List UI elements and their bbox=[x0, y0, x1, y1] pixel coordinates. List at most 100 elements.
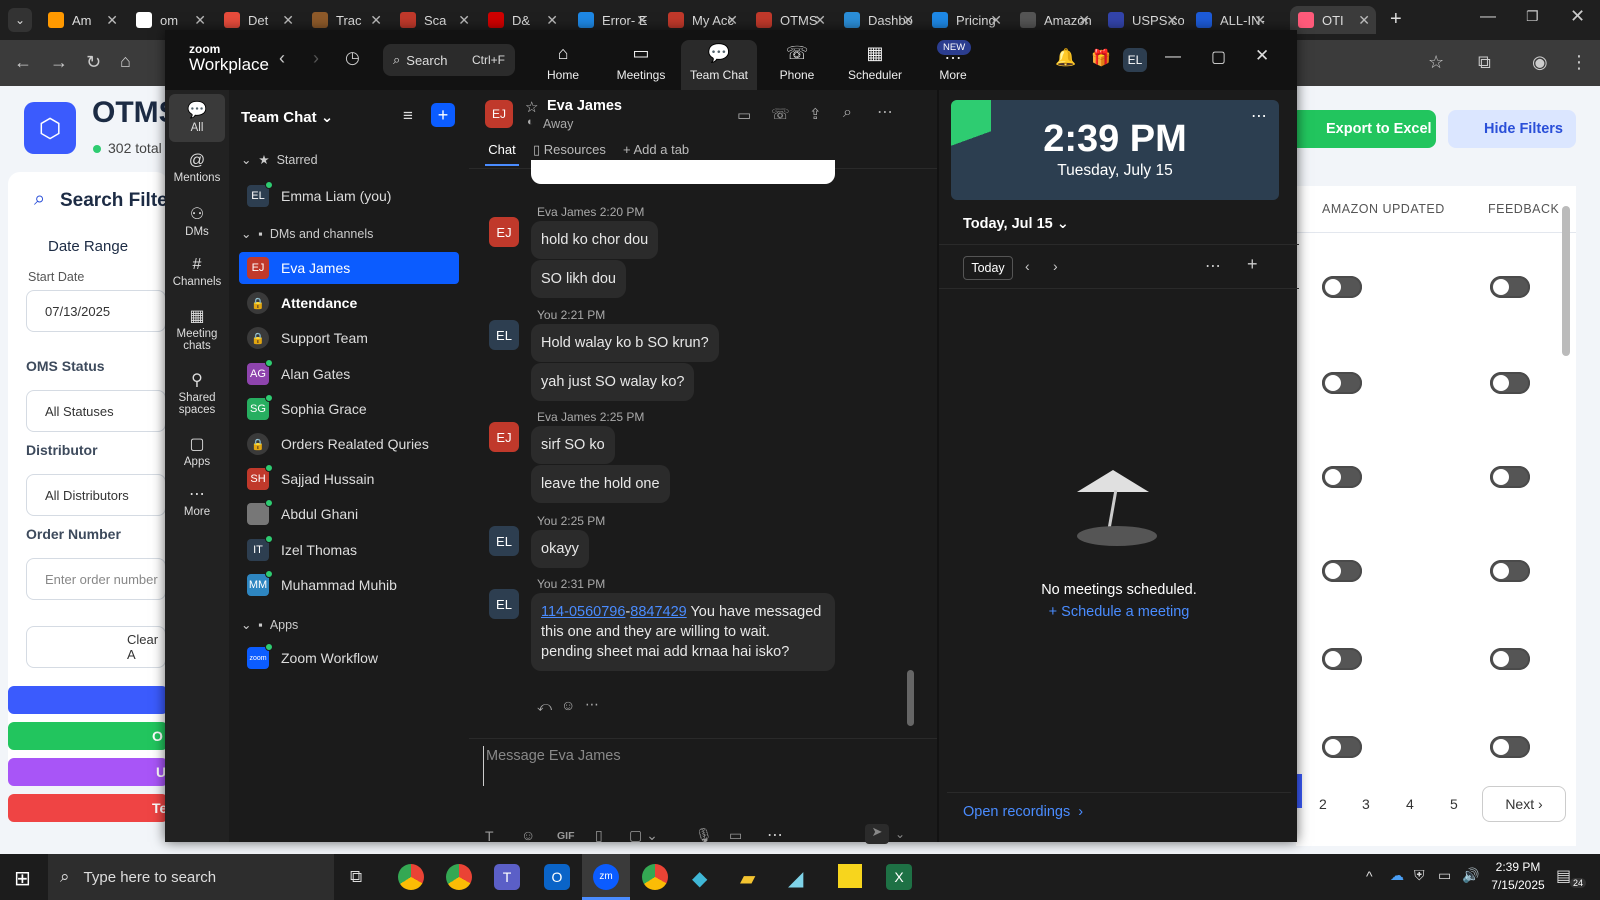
clock-date[interactable]: 7/15/2025 bbox=[1486, 878, 1550, 892]
action-button-te[interactable]: Te bbox=[8, 794, 168, 822]
apps-section[interactable]: ⌄ ▪ Apps bbox=[241, 617, 298, 633]
new-tab-icon[interactable]: + bbox=[1390, 8, 1402, 31]
tab-search-icon[interactable]: ⌄ bbox=[8, 8, 32, 32]
profile-icon[interactable]: ◉ bbox=[1532, 52, 1548, 73]
rail-more[interactable]: ⋯ More bbox=[165, 484, 229, 518]
message-input[interactable]: Message Eva James bbox=[483, 746, 923, 786]
sidebar-item[interactable]: SH Sajjad Hussain bbox=[239, 463, 459, 495]
emoji-icon[interactable]: ☺ bbox=[521, 827, 535, 843]
sidebar-item[interactable]: 🔒 Attendance bbox=[239, 287, 459, 319]
restore-window-icon[interactable]: ❐ bbox=[1526, 8, 1539, 25]
phone-call-icon[interactable]: ☏ bbox=[771, 105, 790, 123]
message-bubble[interactable]: 114-0560796-8847429 You have messaged th… bbox=[531, 593, 835, 671]
tab-resources[interactable]: ▯ Resources bbox=[533, 142, 606, 158]
screenshot-icon[interactable]: ▢ ⌄ bbox=[629, 827, 658, 844]
share-screen-icon[interactable]: ⇪ bbox=[809, 105, 822, 123]
excel-app-icon[interactable]: X bbox=[886, 864, 912, 890]
message-avatar[interactable]: EL bbox=[489, 589, 519, 619]
sidebar-item[interactable]: EJ Eva James bbox=[239, 252, 459, 284]
status-toggle[interactable] bbox=[1490, 736, 1530, 758]
hide-filters-button[interactable]: Hide Filters bbox=[1448, 110, 1576, 148]
file-icon[interactable]: ▯ bbox=[595, 827, 603, 844]
sidebar-item[interactable]: zoom Zoom Workflow bbox=[239, 642, 459, 674]
status-toggle[interactable] bbox=[1322, 560, 1362, 582]
compose-button[interactable]: + bbox=[431, 103, 455, 127]
zoom-search-input[interactable]: ⌕ Search Ctrl+F bbox=[383, 44, 515, 76]
reply-icon[interactable]: ⤺ bbox=[537, 698, 552, 715]
schedule-meeting-link[interactable]: + Schedule a meeting bbox=[939, 604, 1299, 620]
close-tab-icon[interactable]: ✕ bbox=[458, 12, 470, 29]
file-explorer-icon[interactable]: ▰ bbox=[740, 866, 755, 891]
page-4[interactable]: 4 bbox=[1406, 796, 1414, 812]
order-link[interactable]: 114-0560796 bbox=[541, 604, 625, 620]
add-meeting-icon[interactable]: + bbox=[1247, 254, 1258, 275]
extensions-icon[interactable]: ⧉ bbox=[1478, 52, 1491, 73]
message-bubble[interactable]: yah just SO walay ko? bbox=[531, 363, 695, 401]
outlook-app-icon[interactable]: O bbox=[544, 864, 570, 890]
message-bubble[interactable]: Hold walay ko b SO krun? bbox=[531, 324, 719, 362]
video-call-icon[interactable]: ▭ bbox=[737, 106, 751, 124]
filter-icon[interactable]: ≡ bbox=[403, 106, 413, 126]
status-select[interactable]: All Statuses bbox=[26, 390, 166, 432]
tab-chat[interactable]: Chat bbox=[485, 142, 519, 166]
sidebar-item[interactable]: IT Izel Thomas bbox=[239, 534, 459, 566]
browser-tab[interactable]: OTI ✕ bbox=[1290, 6, 1376, 34]
close-window-icon[interactable]: ✕ bbox=[1570, 6, 1585, 27]
page-5[interactable]: 5 bbox=[1450, 796, 1458, 812]
emoji-react-icon[interactable]: ☺ bbox=[561, 697, 575, 713]
windows-start-icon[interactable]: ⊞ bbox=[14, 866, 31, 891]
order-number-input[interactable]: Enter order number bbox=[26, 558, 166, 600]
search-icon[interactable]: ⌕ bbox=[843, 104, 852, 122]
nav-phone[interactable]: ☏ Phone bbox=[759, 40, 835, 90]
sidebar-item[interactable]: MM Muhammad Muhib bbox=[239, 569, 459, 601]
minimize-icon[interactable]: — bbox=[1165, 48, 1181, 66]
table-scrollbar[interactable] bbox=[1562, 206, 1570, 356]
back-arrow-icon[interactable]: ‹ bbox=[279, 48, 285, 69]
rail-channels[interactable]: # Channels bbox=[165, 256, 229, 288]
sidebar-item[interactable]: 🔒 Orders Realated Quries bbox=[239, 428, 459, 460]
profile-avatar[interactable]: EL bbox=[1123, 48, 1147, 72]
close-tab-icon[interactable]: ✕ bbox=[546, 12, 558, 29]
sidebar-item[interactable]: AG Alan Gates bbox=[239, 358, 459, 390]
message-bubble[interactable]: hold ko chor dou bbox=[531, 221, 659, 259]
rail-mentions[interactable]: @ Mentions bbox=[165, 152, 229, 184]
close-tab-icon[interactable]: ✕ bbox=[1166, 12, 1178, 29]
nav-scheduler[interactable]: ▦ Scheduler bbox=[837, 40, 913, 90]
sidebar-item[interactable]: EL Emma Liam (you) bbox=[239, 180, 459, 212]
distributor-select[interactable]: All Distributors bbox=[26, 474, 166, 516]
open-recordings-link[interactable]: Open recordings › bbox=[963, 804, 1083, 820]
close-tab-icon[interactable]: ✕ bbox=[370, 12, 382, 29]
nav-team-chat[interactable]: 💬 Team Chat bbox=[681, 40, 757, 90]
page-2[interactable]: 2 bbox=[1319, 796, 1327, 812]
clock-time[interactable]: 2:39 PM bbox=[1486, 860, 1550, 874]
app-icon[interactable]: ◆ bbox=[692, 866, 707, 891]
message-avatar[interactable]: EJ bbox=[489, 422, 519, 452]
message-bubble[interactable]: leave the hold one bbox=[531, 465, 670, 503]
rail-dms[interactable]: ⚇ DMs bbox=[165, 204, 229, 238]
forward-arrow-icon[interactable]: › bbox=[313, 48, 319, 69]
status-toggle[interactable] bbox=[1322, 648, 1362, 670]
close-tab-icon[interactable]: ✕ bbox=[1358, 12, 1370, 29]
rail-shared-spaces[interactable]: ⚲ Shared spaces bbox=[165, 370, 229, 416]
chat-scrollbar[interactable] bbox=[907, 670, 914, 726]
close-tab-icon[interactable]: ✕ bbox=[106, 12, 118, 29]
minimize-window-icon[interactable]: — bbox=[1480, 8, 1496, 26]
close-tab-icon[interactable]: ✕ bbox=[282, 12, 294, 29]
history-icon[interactable]: ◷ bbox=[345, 48, 360, 68]
zoom-app-icon[interactable]: zm bbox=[582, 854, 630, 900]
status-toggle[interactable] bbox=[1322, 736, 1362, 758]
message-bubble[interactable]: okayy bbox=[531, 530, 589, 568]
calendar-more-icon[interactable]: ⋯ bbox=[1205, 256, 1221, 276]
action-button-u[interactable]: U bbox=[8, 758, 168, 786]
close-tab-icon[interactable]: ✕ bbox=[194, 12, 206, 29]
close-tab-icon[interactable]: ✕ bbox=[902, 12, 914, 29]
message-avatar[interactable]: EL bbox=[489, 320, 519, 350]
close-tab-icon[interactable]: ✕ bbox=[1078, 12, 1090, 29]
status-toggle[interactable] bbox=[1322, 276, 1362, 298]
chrome-app-icon[interactable] bbox=[642, 864, 668, 890]
order-link[interactable]: 8847429 bbox=[630, 604, 686, 620]
more-options-icon[interactable]: ⋯ bbox=[877, 102, 893, 122]
tray-expand-icon[interactable]: ^ bbox=[1366, 868, 1373, 884]
chrome-profile-icon[interactable] bbox=[446, 864, 472, 890]
task-view-icon[interactable]: ⧉ bbox=[350, 867, 362, 887]
